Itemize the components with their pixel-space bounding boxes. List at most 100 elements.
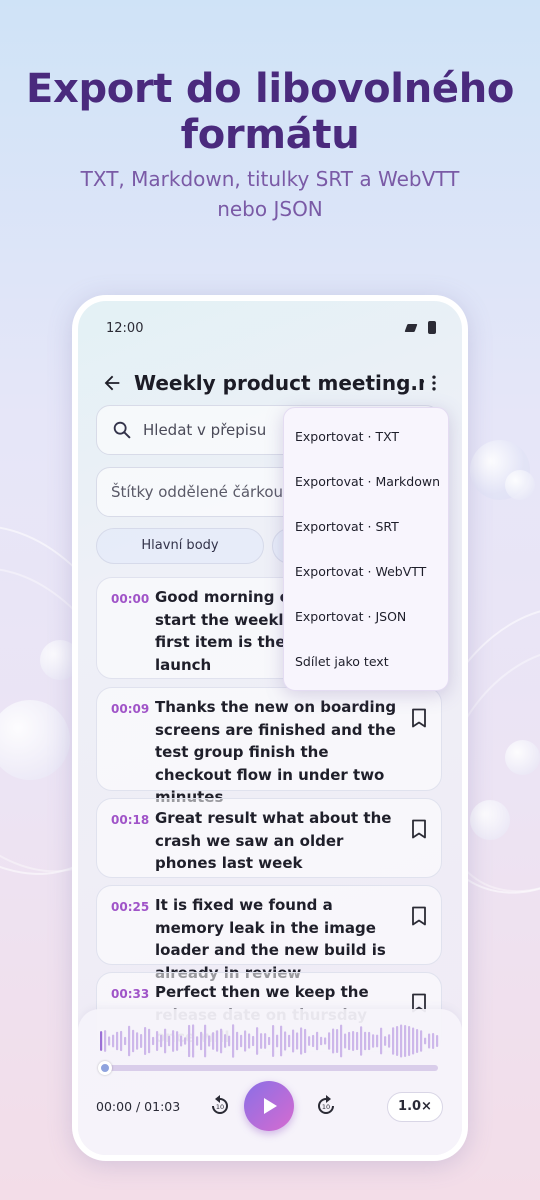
decorative-bubble — [505, 740, 540, 775]
segment-timestamp[interactable]: 00:18 — [111, 813, 149, 827]
waveform-bar — [404, 1025, 407, 1057]
waveform-bar — [428, 1033, 431, 1049]
waveform-bar — [340, 1024, 343, 1058]
status-icons — [405, 321, 436, 334]
waveform-bar — [140, 1034, 143, 1048]
waveform-bar — [384, 1036, 387, 1046]
waveform-bar — [372, 1034, 375, 1048]
waveform-bar — [136, 1032, 139, 1050]
waveform-bar — [120, 1030, 123, 1052]
decorative-bubble — [505, 470, 535, 500]
menu-item-export-json[interactable]: Exportovat · JSON — [284, 594, 448, 639]
waveform-bar — [308, 1036, 311, 1046]
bookmark-icon[interactable] — [411, 819, 427, 839]
more-vertical-icon[interactable] — [420, 369, 448, 397]
waveform-bar — [396, 1025, 399, 1057]
waveform-bar — [288, 1034, 291, 1048]
waveform-bar — [236, 1031, 239, 1051]
waveform-bar — [300, 1027, 303, 1055]
waveform-bar — [116, 1031, 119, 1051]
forward-10-icon[interactable]: 10 — [314, 1093, 338, 1117]
waveform-bar — [284, 1031, 287, 1051]
menu-item-export-webvtt[interactable]: Exportovat · WebVTT — [284, 549, 448, 594]
waveform-bar — [344, 1033, 347, 1049]
chip-main-points[interactable]: Hlavní body — [96, 528, 264, 564]
segment-text: Thanks the new on boarding screens are f… — [155, 698, 397, 806]
waveform-bar — [332, 1028, 335, 1054]
waveform-bar — [304, 1028, 307, 1054]
transcript-segment[interactable]: 00:09 Thanks the new on boarding screens… — [96, 687, 442, 806]
waveform-bar — [360, 1026, 363, 1056]
replay-10-icon[interactable]: 10 — [208, 1093, 232, 1117]
waveform-bar — [276, 1034, 279, 1048]
waveform-bar — [188, 1024, 191, 1058]
menu-item-export-srt[interactable]: Exportovat · SRT — [284, 504, 448, 549]
progress-thumb[interactable] — [98, 1061, 112, 1075]
signal-icon — [405, 322, 418, 334]
transcript-segment[interactable]: 00:18 Great result what about the crash … — [96, 798, 442, 878]
search-input[interactable]: Hledat v přepisu — [143, 406, 266, 454]
menu-item-share-text[interactable]: Sdílet jako text — [284, 639, 448, 684]
waveform-bar — [348, 1031, 351, 1051]
speed-button[interactable]: 1.0× — [387, 1092, 443, 1122]
app-screen: 12:00 Weekly product meeting.m... Hledat… — [78, 301, 462, 1155]
hero: Export do libovolného formátu TXT, Markd… — [0, 66, 540, 224]
waveform-bar — [268, 1036, 271, 1046]
segment-timestamp[interactable]: 00:33 — [111, 987, 149, 1001]
waveform-bar — [108, 1036, 111, 1046]
waveform-bar — [412, 1027, 415, 1055]
waveform-bar — [352, 1031, 355, 1051]
waveform-bar — [376, 1034, 379, 1048]
tags-input[interactable]: Štítky oddělené čárkou — [111, 468, 283, 516]
waveform[interactable] — [100, 1023, 440, 1059]
segment-text: Great result what about the crash we saw… — [155, 809, 392, 872]
waveform-bar — [156, 1031, 159, 1051]
segment-timestamp[interactable]: 00:00 — [111, 592, 149, 606]
waveform-bar — [128, 1025, 131, 1057]
waveform-bar — [176, 1031, 179, 1051]
time-readout: 00:00 / 01:03 — [96, 1099, 181, 1114]
bookmark-icon[interactable] — [411, 708, 427, 728]
waveform-bar — [180, 1035, 183, 1047]
waveform-bar — [212, 1032, 215, 1050]
waveform-bar — [392, 1027, 395, 1055]
waveform-bar — [420, 1030, 423, 1052]
waveform-bar — [320, 1036, 323, 1046]
menu-item-export-txt[interactable]: Exportovat · TXT — [284, 414, 448, 459]
back-arrow-icon[interactable] — [98, 369, 126, 397]
segment-timestamp[interactable]: 00:25 — [111, 900, 149, 914]
waveform-bar — [208, 1035, 211, 1047]
waveform-bar — [280, 1025, 283, 1057]
waveform-bar — [244, 1030, 247, 1052]
audio-player: 00:00 / 01:03 10 10 1.0× — [78, 1009, 462, 1155]
transcript-segment[interactable]: 00:25 It is fixed we found a memory leak… — [96, 885, 442, 982]
waveform-bar — [312, 1034, 315, 1048]
waveform-bar — [380, 1027, 383, 1055]
waveform-bar — [296, 1032, 299, 1050]
play-button[interactable] — [244, 1081, 294, 1131]
waveform-bar — [168, 1035, 171, 1047]
waveform-bar — [240, 1034, 243, 1048]
waveform-bar — [252, 1035, 255, 1047]
status-bar: 12:00 — [78, 317, 462, 341]
waveform-bar — [104, 1030, 107, 1052]
waveform-bar — [160, 1034, 163, 1048]
waveform-bar — [328, 1032, 331, 1050]
search-icon — [111, 419, 133, 441]
waveform-bar — [260, 1033, 263, 1049]
segment-timestamp[interactable]: 00:09 — [111, 702, 149, 716]
waveform-bar — [152, 1036, 155, 1046]
waveform-bar — [164, 1028, 167, 1054]
menu-item-export-markdown[interactable]: Exportovat · Markdown — [284, 459, 448, 504]
waveform-bar — [400, 1024, 403, 1058]
decorative-bubble — [470, 440, 530, 500]
waveform-bar — [112, 1034, 115, 1048]
battery-icon — [428, 321, 436, 334]
waveform-bar — [432, 1032, 435, 1050]
bookmark-icon[interactable] — [411, 906, 427, 926]
waveform-bar — [184, 1037, 187, 1045]
progress-track[interactable] — [106, 1065, 438, 1071]
waveform-bar — [264, 1033, 267, 1049]
waveform-bar — [368, 1031, 371, 1051]
waveform-bar — [408, 1025, 411, 1057]
